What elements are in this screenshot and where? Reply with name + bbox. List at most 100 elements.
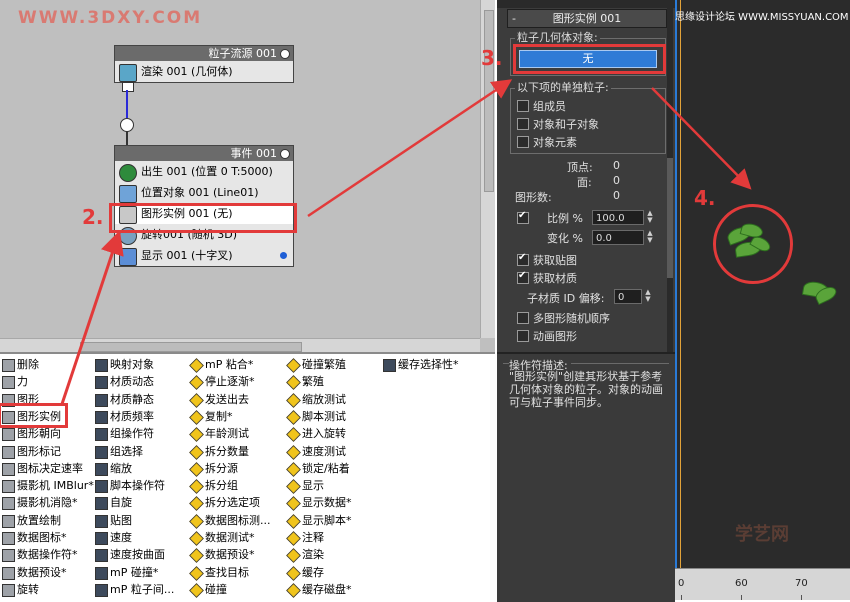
output-socket[interactable]	[122, 82, 134, 92]
display-color-dot[interactable]	[280, 252, 287, 259]
depot-operator-item[interactable]: 缩放测试	[286, 391, 346, 408]
depot-operator-item[interactable]: 缓存	[286, 564, 324, 581]
depot-operator-item[interactable]: 脚本测试	[286, 408, 346, 425]
operator-icon	[2, 566, 15, 580]
input-socket[interactable]	[120, 118, 134, 132]
event-row-position-object[interactable]: 位置对象 001 (Line01)	[115, 182, 293, 203]
depot-operator-item[interactable]: 渲染	[286, 546, 324, 564]
render-operator-icon	[119, 64, 137, 82]
depot-operator-item[interactable]: 材质频率	[95, 408, 154, 425]
depot-operator-item[interactable]: 显示数据*	[286, 494, 352, 512]
depot-operator-item[interactable]: 拆分选定项	[189, 494, 260, 512]
perspective-viewport[interactable]: 思缘设计论坛 WWW.MISSYUAN.COM 学艺网 0 60 70	[675, 0, 850, 600]
submaterial-offset-arrows[interactable]: ▲ ▼	[644, 289, 652, 304]
operator-depot[interactable]: 删除力图形 图形实例 图形朝向 图形标记 图标决定速率 摄影机 IMBlur* 摄影机消隐*…	[0, 352, 495, 602]
depot-operator-item[interactable]: 显示	[286, 477, 324, 494]
depot-operator-item[interactable]: 删除	[2, 356, 39, 373]
event-row-birth[interactable]: 出生 001 (位置 0 T:5000)	[115, 161, 293, 182]
scrollbar-thumb[interactable]	[484, 10, 494, 192]
depot-operator-item[interactable]: 缩放	[95, 460, 132, 477]
pick-geometry-none-button[interactable]: 无	[519, 50, 657, 68]
depot-operator-item[interactable]: 缓存磁盘*	[286, 581, 352, 598]
source-node-title[interactable]: 粒子流源 001	[115, 46, 293, 61]
depot-operator-item[interactable]: 材质动态	[95, 373, 154, 390]
depot-operator-item[interactable]: 摄影机 IMBlur*	[2, 477, 94, 494]
timeline-ruler[interactable]: 0 60 70	[675, 568, 850, 600]
multi-shape-random-checkbox[interactable]	[517, 312, 529, 324]
depot-operator-item[interactable]: 碰撞	[189, 581, 227, 598]
source-node-row-render[interactable]: 渲染 001 (几何体)	[115, 61, 293, 82]
parameters-scrollbar[interactable]	[667, 8, 673, 352]
node-toggle-icon[interactable]	[280, 149, 290, 159]
operator-label: 力	[17, 375, 28, 389]
shape-instance-rollout-header[interactable]: - 图形实例 001	[507, 9, 667, 28]
depot-operator-item[interactable]: 停止逐渐*	[189, 373, 255, 391]
depot-operator-item[interactable]: 发送出去	[189, 391, 249, 408]
scrollbar-thumb[interactable]	[80, 342, 302, 352]
depot-operator-item[interactable]: 数据图标测...	[189, 512, 271, 529]
depot-operator-item[interactable]: 注释	[286, 529, 324, 546]
depot-operator-item[interactable]: 缓存选择性*	[383, 356, 459, 373]
object-and-children-checkbox[interactable]	[517, 118, 529, 130]
depot-operator-item[interactable]: 繁殖	[286, 373, 324, 391]
variation-spinner-field[interactable]: 0.0	[592, 230, 644, 245]
step-2-label: 2.	[82, 205, 104, 229]
depot-operator-item[interactable]: 材质静态	[95, 391, 154, 408]
depot-operator-item[interactable]: 复制*	[189, 408, 233, 425]
depot-operator-item[interactable]: 组选择	[95, 443, 143, 460]
operator-icon	[2, 462, 15, 476]
collapse-icon[interactable]: -	[512, 10, 516, 27]
depot-operator-item[interactable]: 组操作符	[95, 425, 154, 442]
depot-operator-item[interactable]: 拆分源	[189, 460, 238, 477]
operator-icon	[286, 548, 301, 564]
depot-operator-item[interactable]: 拆分数量	[189, 443, 249, 460]
depot-operator-item[interactable]: mP 粒子间...	[95, 581, 174, 598]
depot-operator-item[interactable]: 力	[2, 373, 28, 390]
depot-operator-item[interactable]: 速度	[95, 529, 132, 546]
acquire-material-checkbox[interactable]	[517, 270, 529, 284]
event-node-title[interactable]: 事件 001	[115, 146, 293, 161]
group-members-label: 组成员	[533, 100, 566, 113]
event-row-display[interactable]: 显示 001 (十字叉)	[115, 245, 293, 266]
depot-operator-item[interactable]: 显示脚本*	[286, 512, 352, 529]
depot-operator-item[interactable]: 数据测试*	[189, 529, 255, 546]
scale-spinner-arrows[interactable]: ▲ ▼	[646, 210, 654, 225]
depot-operator-item[interactable]: 旋转	[2, 581, 39, 598]
depot-operator-item[interactable]: 数据操作符*	[2, 546, 78, 563]
depot-operator-item[interactable]: 图形标记	[2, 443, 61, 460]
source-node[interactable]: 粒子流源 001 渲染 001 (几何体)	[114, 45, 294, 83]
depot-operator-item[interactable]: 数据预设*	[189, 546, 255, 564]
depot-operator-item[interactable]: 放置绘制	[2, 512, 61, 529]
operator-label: 旋转	[17, 582, 39, 596]
depot-operator-item[interactable]: 自旋	[95, 494, 132, 511]
depot-operator-item[interactable]: 贴图	[95, 512, 132, 529]
node-toggle-icon[interactable]	[280, 49, 290, 59]
depot-operator-item[interactable]: 脚本操作符	[95, 477, 165, 494]
depot-operator-item[interactable]: 进入旋转	[286, 425, 346, 443]
acquire-map-checkbox[interactable]	[517, 252, 529, 266]
depot-operator-item[interactable]: 映射对象	[95, 356, 154, 373]
animated-shape-checkbox[interactable]	[517, 330, 529, 342]
depot-operator-item[interactable]: 摄影机消隐*	[2, 494, 78, 511]
depot-operator-item[interactable]: 碰撞繁殖	[286, 356, 346, 373]
depot-operator-item[interactable]: 速度按曲面	[95, 546, 165, 563]
particle-view-graph[interactable]: WWW.3DXY.COM 粒子流源 001 渲染 001 (几何体) 事件 00…	[0, 0, 495, 352]
variation-spinner-arrows[interactable]: ▲ ▼	[646, 230, 654, 245]
depot-operator-item[interactable]: mP 粘合*	[189, 356, 253, 373]
scrollbar-thumb[interactable]	[667, 158, 673, 278]
depot-operator-item[interactable]: 拆分组	[189, 477, 238, 494]
scale-spinner-field[interactable]: 100.0	[592, 210, 644, 225]
scale-checkbox[interactable]	[517, 210, 529, 224]
depot-operator-item[interactable]: 图标决定速率	[2, 460, 83, 477]
depot-operator-item[interactable]: 速度测试	[286, 443, 346, 460]
depot-operator-item[interactable]: 年龄测试	[189, 425, 249, 443]
submaterial-offset-field[interactable]: 0	[614, 289, 642, 304]
graph-horizontal-scrollbar[interactable]	[0, 338, 480, 352]
depot-operator-item[interactable]: 查找目标	[189, 564, 249, 581]
depot-operator-item[interactable]: mP 碰撞*	[95, 564, 158, 581]
object-elements-checkbox[interactable]	[517, 136, 529, 148]
group-members-checkbox[interactable]	[517, 100, 529, 112]
depot-operator-item[interactable]: 数据图标*	[2, 529, 67, 546]
depot-operator-item[interactable]: 数据预设*	[2, 564, 67, 581]
depot-operator-item[interactable]: 锁定/粘着	[286, 460, 350, 477]
